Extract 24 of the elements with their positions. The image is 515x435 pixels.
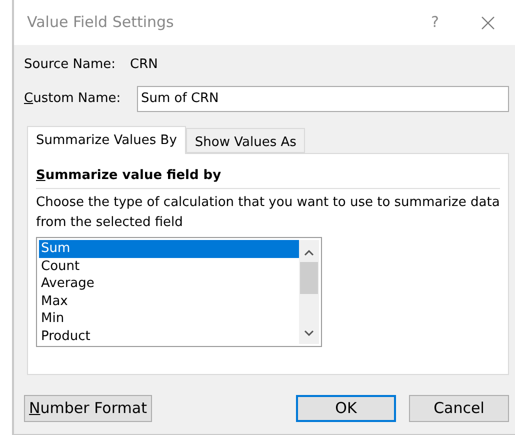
scroll-up-icon[interactable] [304, 250, 314, 256]
scroll-thumb[interactable] [300, 262, 318, 294]
custom-name-field[interactable]: Sum of CRN [137, 86, 509, 112]
list-item[interactable]: Min [39, 310, 299, 328]
tab[interactable]: Show Values As [186, 128, 306, 152]
source-name-value: CRN [130, 56, 158, 74]
tab[interactable]: Summarize Values By [27, 126, 186, 154]
dialog-button[interactable]: OK [296, 394, 396, 422]
dialog-button[interactable]: Cancel [409, 394, 509, 422]
help-button[interactable]: ? [431, 11, 439, 34]
source-name-label: Source Name: [24, 56, 117, 74]
window-title: Value Field Settings [27, 12, 175, 34]
close-icon[interactable] [481, 16, 495, 30]
list-item[interactable]: Sum [39, 240, 299, 258]
description-text: Choose the type of calculation that you want to use to summarize data from the selected field [36, 194, 500, 232]
scroll-down-icon[interactable] [304, 330, 314, 336]
list-item[interactable]: Count [39, 258, 299, 275]
list-item[interactable]: Product [39, 328, 299, 345]
list-item[interactable]: Max [39, 292, 299, 310]
scrollbar[interactable] [299, 240, 319, 344]
section-title: Summarize value field by [36, 166, 500, 189]
custom-name-label: Custom Name: [24, 90, 122, 108]
list-item[interactable]: Average [39, 275, 299, 292]
dialog-button[interactable]: Number Format [24, 394, 152, 422]
